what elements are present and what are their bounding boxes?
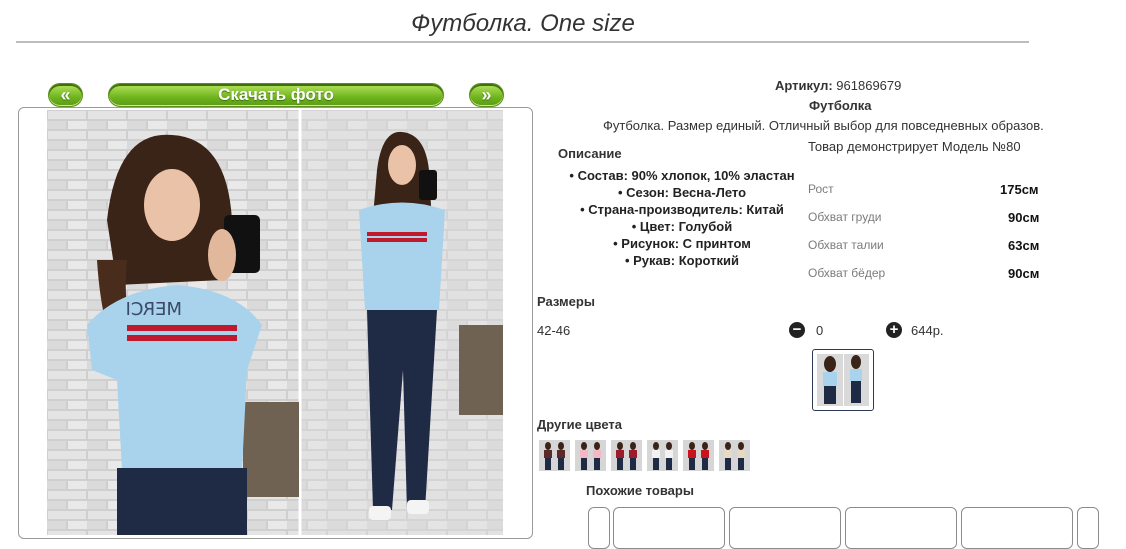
next-photo-button[interactable]: » bbox=[469, 83, 504, 107]
similar-next-button[interactable] bbox=[1077, 507, 1099, 549]
measure-label-chest: Обхват груди bbox=[808, 210, 882, 224]
description-item: Состав: 90% хлопок, 10% эластан bbox=[555, 167, 809, 184]
measure-label-hips: Обхват бёдер bbox=[808, 266, 886, 280]
svg-text:MERCI: MERCI bbox=[126, 299, 182, 320]
price-value: 644р. bbox=[911, 323, 944, 338]
article-row: Артикул: 961869679 bbox=[775, 78, 901, 93]
similar-card[interactable] bbox=[961, 507, 1073, 549]
similar-card[interactable] bbox=[613, 507, 725, 549]
title-divider bbox=[16, 41, 1029, 43]
description-list: Состав: 90% хлопок, 10% эластан Сезон: В… bbox=[555, 167, 809, 269]
measure-value-height: 175см bbox=[1000, 182, 1039, 197]
quantity-value: 0 bbox=[816, 323, 824, 338]
ottoman-right bbox=[459, 325, 503, 415]
product-photo[interactable]: MERCI bbox=[47, 110, 503, 535]
product-name: Футболка bbox=[809, 98, 872, 113]
description-item: Цвет: Голубой bbox=[555, 218, 809, 235]
other-color-thumbnail[interactable] bbox=[683, 440, 714, 471]
increase-quantity-button[interactable]: + bbox=[886, 322, 902, 338]
measure-value-chest: 90см bbox=[1008, 210, 1040, 225]
measure-value-hips: 90см bbox=[1008, 266, 1040, 281]
decrease-quantity-button[interactable]: − bbox=[789, 322, 805, 338]
other-color-thumbnail[interactable] bbox=[575, 440, 606, 471]
measure-value-waist: 63см bbox=[1008, 238, 1040, 253]
description-item: Сезон: Весна-Лето bbox=[555, 184, 809, 201]
prev-photo-button[interactable]: « bbox=[48, 83, 83, 107]
description-heading: Описание bbox=[558, 146, 622, 161]
similar-heading: Похожие товары bbox=[586, 483, 694, 498]
ottoman-left bbox=[243, 402, 299, 497]
other-color-thumbnail[interactable] bbox=[719, 440, 750, 471]
page-title: Футболка. One size bbox=[411, 10, 635, 37]
similar-card[interactable] bbox=[845, 507, 957, 549]
download-photo-button[interactable]: Скачать фото bbox=[108, 83, 444, 107]
similar-prev-button[interactable] bbox=[588, 507, 610, 549]
model-text: Товар демонстрирует Модель №80 bbox=[808, 139, 1021, 154]
measure-label-waist: Обхват талии bbox=[808, 238, 884, 252]
plus-icon: + bbox=[889, 321, 899, 338]
article-label: Артикул: bbox=[775, 78, 833, 93]
size-value: 42-46 bbox=[537, 323, 571, 338]
other-color-thumbnail[interactable] bbox=[539, 440, 570, 471]
description-item: Страна-производитель: Китай bbox=[555, 201, 809, 218]
sizes-heading: Размеры bbox=[537, 294, 595, 309]
product-summary: Футболка. Размер единый. Отличный выбор … bbox=[603, 118, 1044, 133]
description-item: Рукав: Короткий bbox=[555, 252, 809, 269]
minus-icon: − bbox=[792, 321, 802, 338]
selected-photo-thumbnail[interactable] bbox=[812, 349, 874, 411]
other-color-thumbnail[interactable] bbox=[647, 440, 678, 471]
other-colors-heading: Другие цвета bbox=[537, 417, 622, 432]
description-item: Рисунок: С принтом bbox=[555, 235, 809, 252]
measure-label-height: Рост bbox=[808, 182, 834, 196]
similar-card[interactable] bbox=[729, 507, 841, 549]
article-value: 961869679 bbox=[836, 78, 902, 93]
main-photo-frame: MERCI bbox=[18, 107, 533, 539]
other-color-thumbnail[interactable] bbox=[611, 440, 642, 471]
